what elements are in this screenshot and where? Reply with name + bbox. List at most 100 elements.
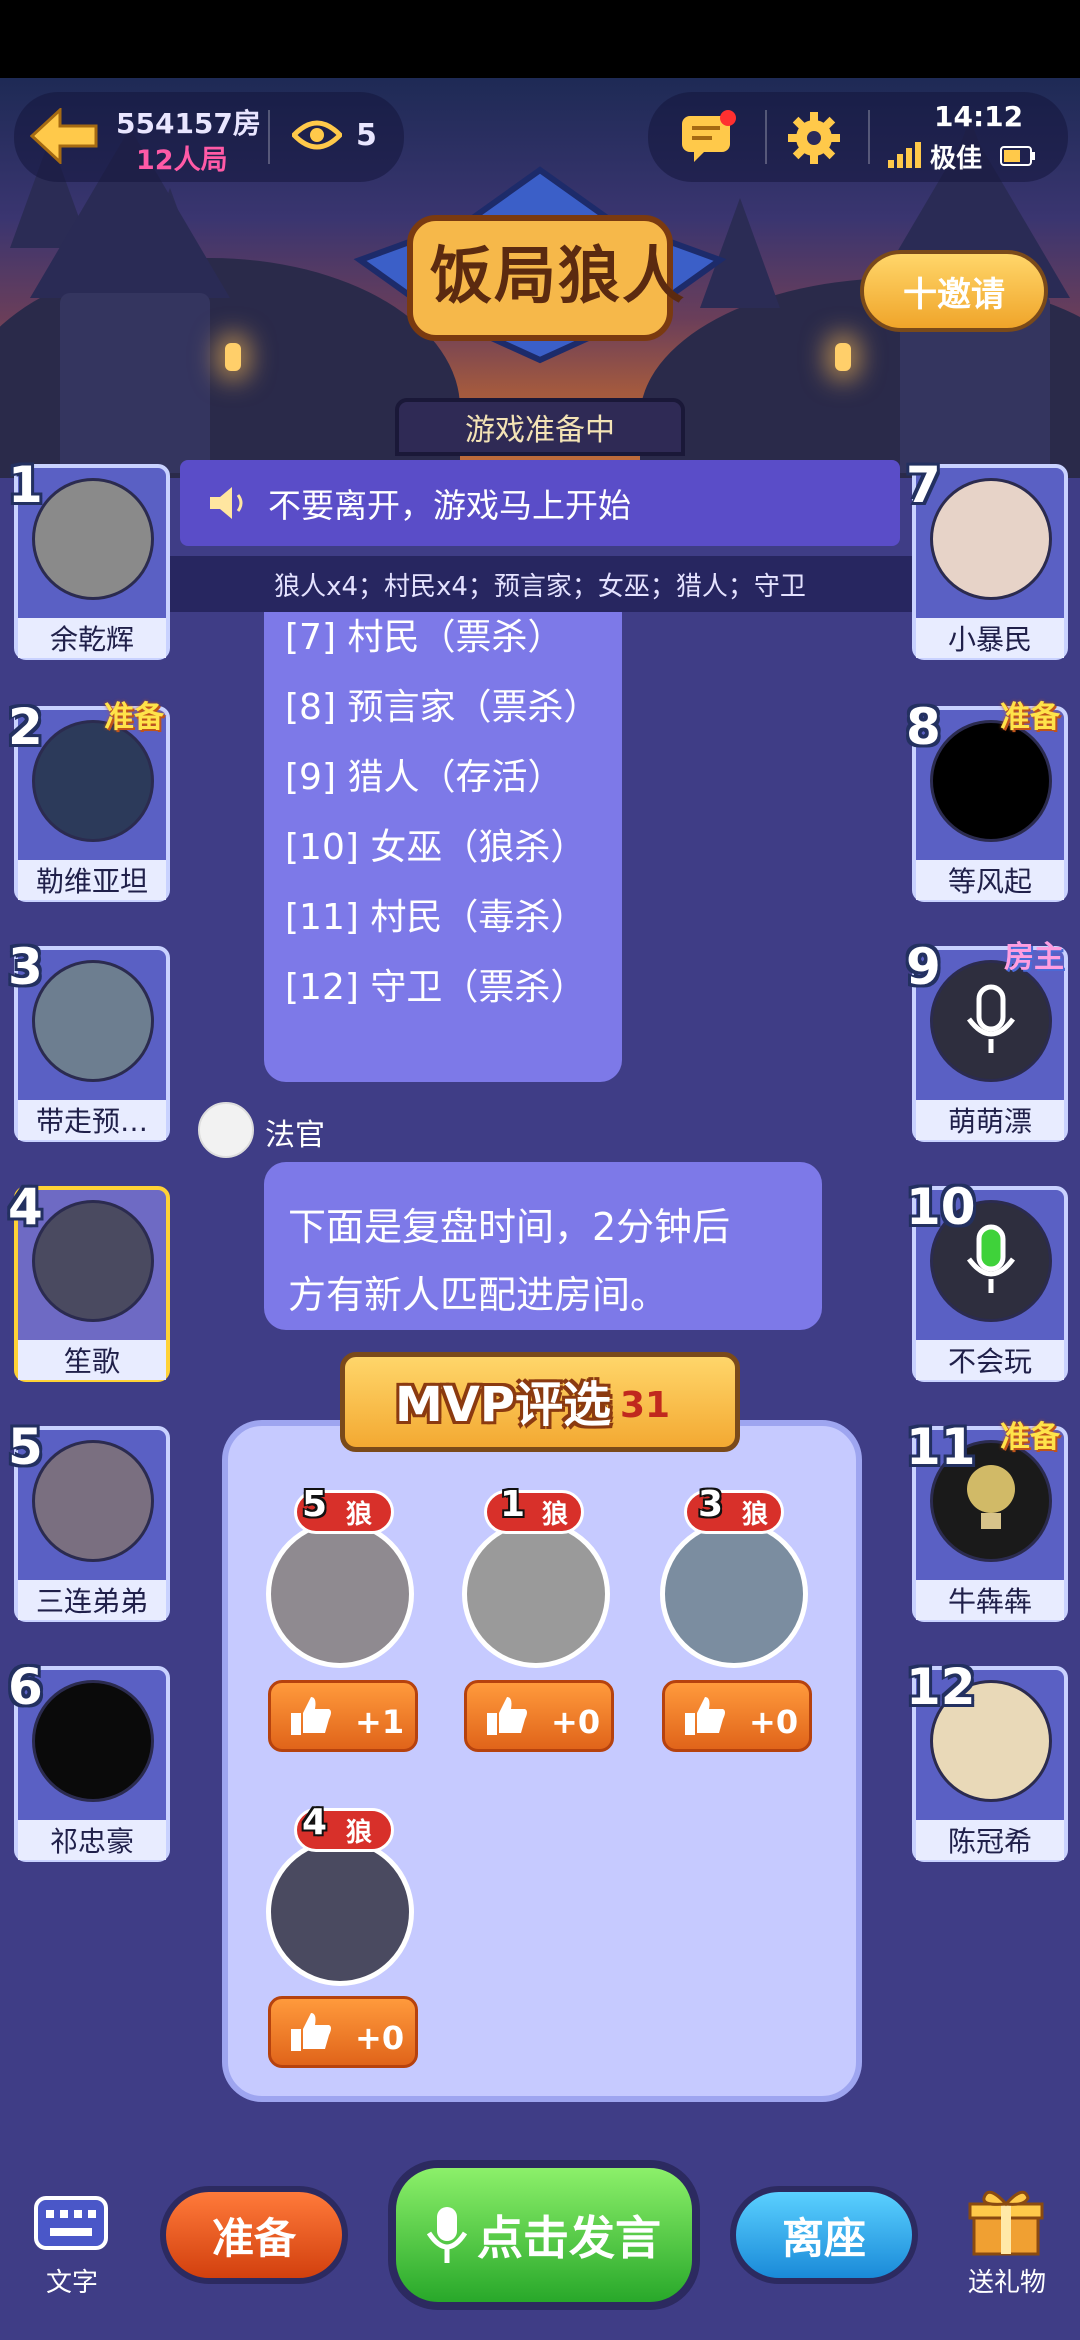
- candidate-seat: 4: [302, 1802, 328, 1843]
- vote-count: +0: [749, 1703, 799, 1741]
- speak-label: 点击发言: [477, 2211, 661, 2265]
- mvp-countdown: 31: [620, 1385, 671, 1426]
- seat-number: 1: [8, 456, 43, 514]
- vote-button[interactable]: +1: [268, 1680, 418, 1752]
- seat-number: 3: [8, 938, 43, 996]
- player-name: 勒维亚坦: [18, 860, 166, 900]
- seat-number: 5: [8, 1418, 43, 1476]
- candidate-seat: 3: [698, 1484, 724, 1525]
- seat-number: 9: [906, 938, 941, 996]
- player-seat-7[interactable]: 小暴民 7: [906, 456, 1068, 660]
- keyboard-icon[interactable]: [34, 2194, 108, 2252]
- eye-icon: [292, 120, 342, 150]
- room-number: 554157房: [116, 107, 261, 140]
- vote-button[interactable]: +0: [268, 1996, 418, 2068]
- ready-tag: 准备: [1000, 700, 1060, 735]
- candidate-avatar[interactable]: [266, 1520, 414, 1668]
- vote-count: +0: [551, 1703, 601, 1741]
- seat-number: 4: [8, 1178, 43, 1236]
- avatar: [32, 1200, 154, 1322]
- candidate-role: 狼: [346, 1818, 373, 1848]
- viewer-count: 5: [356, 118, 377, 153]
- seat-number: 6: [8, 1658, 43, 1716]
- chat-icon[interactable]: [680, 110, 736, 164]
- avatar: [930, 720, 1052, 842]
- vote-button[interactable]: +0: [662, 1680, 812, 1752]
- role-composition: 狼人x4；村民x4；预言家；女巫；猎人；守卫: [140, 556, 940, 612]
- candidate-role: 狼: [542, 1500, 569, 1530]
- back-arrow-icon[interactable]: [30, 108, 98, 164]
- thumbs-up-icon: [487, 1697, 527, 1735]
- player-name: 带走预…: [18, 1100, 166, 1140]
- microphone-icon: [966, 984, 1016, 1053]
- vote-count: +1: [355, 1703, 405, 1741]
- signal-quality: 极佳: [930, 144, 983, 174]
- candidate-avatar[interactable]: [660, 1520, 808, 1668]
- judge-message: 下面是复盘时间，2分钟后: [288, 1205, 731, 1249]
- ready-tag: 准备: [104, 700, 164, 735]
- seat-number: 10: [906, 1178, 976, 1236]
- game-status: 游戏准备中: [395, 398, 685, 456]
- gift-label: 送礼物: [968, 2268, 1047, 2298]
- thumbs-up-icon: [291, 2013, 331, 2051]
- player-name: 萌萌漂: [916, 1100, 1064, 1140]
- signal-icon: [888, 142, 921, 168]
- candidate-avatar[interactable]: [266, 1838, 414, 1986]
- seat-number: 8: [906, 698, 941, 756]
- thumbs-up-icon: [291, 1697, 331, 1735]
- ready-button[interactable]: 准备: [160, 2186, 348, 2284]
- judge-name: 法官: [265, 1118, 325, 1153]
- speaker-icon: [210, 487, 243, 519]
- candidate-role: 狼: [742, 1500, 769, 1530]
- player-name: 三连弟弟: [18, 1580, 166, 1620]
- player-seat-6[interactable]: 祁忠豪 6: [8, 1658, 170, 1862]
- divider: [765, 110, 767, 164]
- seat-number: 2: [8, 698, 43, 756]
- candidate-badge: [484, 1490, 584, 1534]
- clock: 14:12: [934, 100, 1024, 133]
- candidate-seat: 1: [500, 1484, 526, 1525]
- announcement-text: 不要离开，游戏马上开始: [268, 486, 631, 525]
- divider: [268, 110, 270, 164]
- vote-count: +0: [355, 2019, 405, 2057]
- player-seat-5[interactable]: 三连弟弟 5: [8, 1418, 170, 1622]
- candidate-role: 狼: [346, 1500, 373, 1530]
- invite-button[interactable]: 十邀请: [860, 250, 1048, 332]
- microphone-icon: [427, 2207, 467, 2263]
- avatar: [32, 1440, 154, 1562]
- gift-icon[interactable]: [968, 2184, 1044, 2258]
- player-name: 陈冠希: [916, 1820, 1064, 1860]
- ready-tag: 准备: [1000, 1420, 1060, 1455]
- result-line: [9] 猎人（存活）: [285, 757, 564, 798]
- avatar: [32, 720, 154, 842]
- gear-icon[interactable]: [786, 110, 842, 166]
- leave-seat-button[interactable]: 离座: [730, 2186, 918, 2284]
- player-seat-4[interactable]: 笙歌 4: [8, 1178, 170, 1382]
- vote-button[interactable]: +0: [464, 1680, 614, 1752]
- player-name: 不会玩: [916, 1340, 1064, 1380]
- result-line: [10] 女巫（狼杀）: [285, 827, 587, 868]
- player-seat-1[interactable]: 余乾辉 1: [8, 456, 170, 660]
- player-name: 余乾辉: [18, 618, 166, 658]
- player-name: 牛犇犇: [916, 1580, 1064, 1620]
- player-name: 笙歌: [18, 1340, 166, 1380]
- divider: [868, 110, 870, 164]
- thumbs-up-icon: [685, 1697, 725, 1735]
- text-input-label: 文字: [46, 2268, 99, 2298]
- result-line: [8] 预言家（票杀）: [285, 687, 600, 728]
- host-tag: 房主: [1004, 940, 1064, 975]
- player-name: 小暴民: [916, 618, 1064, 658]
- player-seat-10[interactable]: 不会玩 10: [906, 1178, 1068, 1382]
- candidate-seat: 5: [302, 1484, 328, 1525]
- player-seat-3[interactable]: 带走预… 3: [8, 938, 170, 1142]
- battery-icon: [1000, 146, 1035, 166]
- seat-number: 7: [906, 456, 941, 514]
- player-name: 等风起: [916, 860, 1064, 900]
- announcement-banner: 不要离开，游戏马上开始: [180, 460, 900, 546]
- result-line: [11] 村民（毒杀）: [285, 897, 587, 938]
- speak-button[interactable]: 点击发言: [388, 2160, 700, 2310]
- avatar: [930, 960, 1052, 1082]
- player-seat-12[interactable]: 陈冠希 12: [906, 1658, 1068, 1862]
- avatar: [32, 478, 154, 600]
- candidate-avatar[interactable]: [462, 1520, 610, 1668]
